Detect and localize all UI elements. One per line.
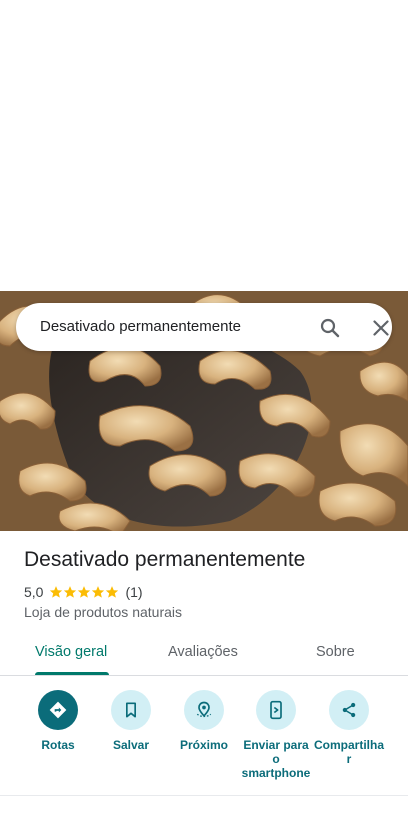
send-to-phone-icon [270, 700, 282, 720]
send-to-phone-button[interactable]: Enviar para o smartphone [236, 690, 316, 780]
divider [0, 795, 408, 796]
action-buttons: Rotas Salvar Próximo Enviar para o smart… [0, 690, 408, 790]
star-icon [106, 586, 119, 598]
directions-label: Rotas [41, 738, 75, 752]
rating-stars [49, 585, 119, 599]
place-title: Desativado permanentemente [24, 548, 306, 571]
review-count[interactable]: (1) [125, 584, 142, 600]
star-icon [64, 586, 77, 598]
send-to-phone-label: Enviar para o smartphone [241, 738, 311, 780]
rating-row[interactable]: 5,0 (1) [24, 583, 143, 601]
place-category: Loja de produtos naturais [24, 604, 182, 620]
star-icon [50, 586, 63, 598]
active-tab-indicator [35, 672, 109, 675]
tab-about[interactable]: Sobre [316, 644, 355, 660]
close-icon[interactable] [369, 316, 393, 340]
directions-icon [49, 701, 67, 719]
tab-bar: Visão geral Avaliações Sobre [0, 632, 408, 676]
map-blank-area [0, 0, 408, 291]
save-label: Salvar [112, 738, 150, 752]
search-bar[interactable]: Desativado permanentemente [16, 303, 392, 351]
share-icon [342, 702, 356, 718]
star-icon [92, 586, 105, 598]
save-button[interactable]: Salvar [91, 690, 171, 752]
tab-reviews[interactable]: Avaliações [168, 644, 238, 660]
star-icon [78, 586, 91, 598]
nearby-button[interactable]: Próximo [164, 690, 244, 752]
rating-value: 5,0 [24, 584, 44, 600]
share-button[interactable]: Compartilhar [309, 690, 389, 766]
nearby-icon [196, 701, 212, 718]
directions-button[interactable]: Rotas [18, 690, 98, 752]
bookmark-icon [126, 702, 136, 718]
share-label: Compartilhar [313, 738, 384, 766]
search-icon[interactable] [318, 316, 342, 340]
search-input[interactable]: Desativado permanentemente [40, 318, 241, 335]
tab-overview[interactable]: Visão geral [35, 644, 107, 660]
nearby-label: Próximo [179, 738, 228, 752]
